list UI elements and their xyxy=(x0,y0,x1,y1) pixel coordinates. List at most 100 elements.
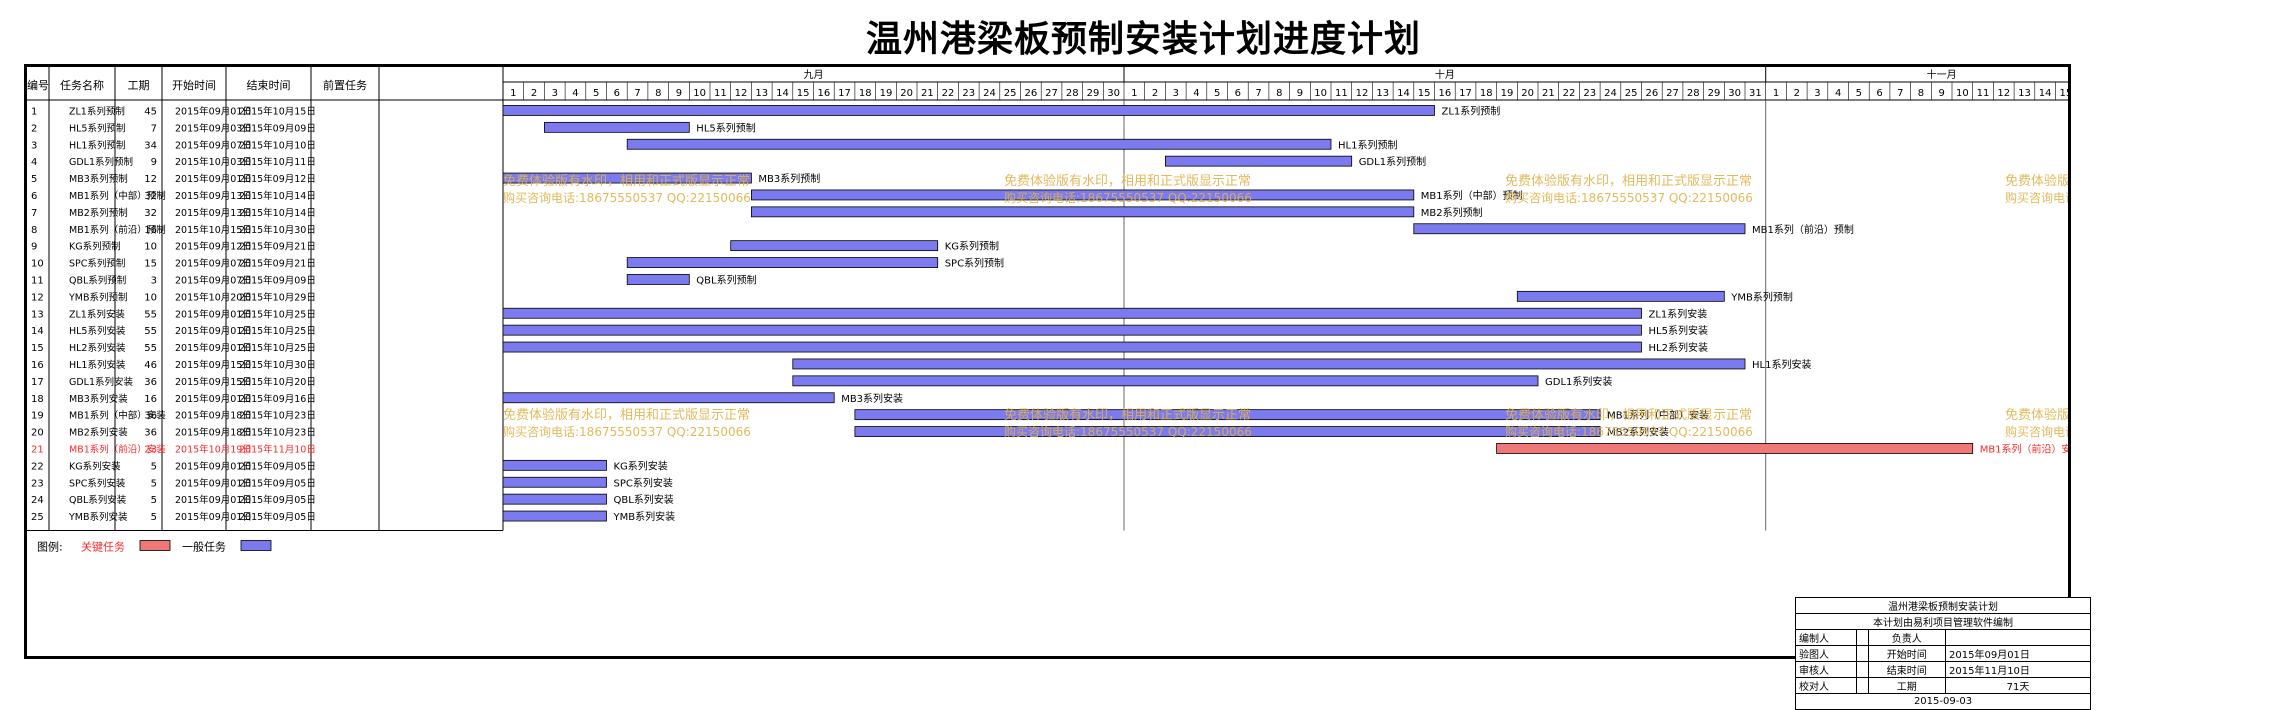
task-bar-label: SPC系列预制 xyxy=(945,257,1004,270)
day-label: 1 xyxy=(1773,88,1779,99)
task-bar xyxy=(792,358,1746,370)
task-name: HL2系列安装 xyxy=(69,342,126,354)
task-bar-label: MB3系列预制 xyxy=(758,172,820,185)
day-label: 19 xyxy=(1501,88,1514,99)
day-label: 28 xyxy=(1687,88,1700,99)
task-id: 18 xyxy=(31,394,44,405)
title-block-cell: 结束时间 xyxy=(1867,661,1947,678)
column-header: 任务名称 xyxy=(60,78,104,92)
day-label: 6 xyxy=(1235,88,1241,99)
task-end: 2015年10月14日 xyxy=(239,190,316,202)
day-label: 9 xyxy=(676,88,682,99)
column-header: 结束时间 xyxy=(247,79,291,92)
title-block-cell: 2015年09月01日 xyxy=(1945,645,2091,662)
task-end: 2015年09月09日 xyxy=(239,274,316,286)
watermark-line: 购买咨询电话:18675550537 QQ:22150066 xyxy=(1004,190,1252,205)
day-label: 10 xyxy=(693,88,706,99)
day-label: 29 xyxy=(1708,88,1721,99)
task-id: 2 xyxy=(31,123,37,134)
title-block-cell: 编制人 xyxy=(1795,629,1857,646)
task-duration: 15 xyxy=(144,259,157,270)
day-label: 20 xyxy=(900,88,913,99)
task-bar-label: KG系列安装 xyxy=(614,459,668,472)
title-block-cell xyxy=(1856,661,1869,678)
task-name: QBL系列预制 xyxy=(69,274,126,286)
task-duration: 34 xyxy=(144,140,157,151)
task-name: KG系列安装 xyxy=(69,460,121,472)
task-bar-label: QBL系列安装 xyxy=(614,493,674,506)
day-label: 12 xyxy=(1356,88,1369,99)
task-id: 5 xyxy=(31,174,37,185)
day-label: 8 xyxy=(1918,88,1924,99)
watermark-line: 免费体验版有水印，相用和正式版显示正常 xyxy=(503,407,750,423)
day-label: 14 xyxy=(776,88,789,99)
watermark-line: 购买咨询电话:18675550537 QQ:22150066 xyxy=(1505,190,1753,205)
task-bar xyxy=(751,206,1415,218)
task-bar xyxy=(544,121,690,133)
task-duration: 12 xyxy=(144,174,157,185)
day-label: 8 xyxy=(1276,88,1282,99)
title-block-cell: 2015年11月10日 xyxy=(1945,661,2091,678)
task-duration: 3 xyxy=(151,275,157,286)
day-label: 9 xyxy=(1938,88,1944,99)
task-id: 13 xyxy=(31,309,44,320)
day-label: 30 xyxy=(1728,88,1741,99)
task-bar-label: HL5系列安装 xyxy=(1649,324,1708,337)
title-block-cell: 71天 xyxy=(1945,677,2091,694)
task-id: 25 xyxy=(31,512,44,523)
task-bar-label: HL1系列预制 xyxy=(1338,138,1397,151)
task-name: KG系列预制 xyxy=(69,241,121,253)
task-end: 2015年10月23日 xyxy=(239,427,316,439)
legend-normal-swatch xyxy=(240,540,272,551)
task-bar-label: HL2系列安装 xyxy=(1649,341,1708,354)
day-label: 11 xyxy=(714,88,727,99)
task-end: 2015年10月25日 xyxy=(239,342,316,354)
task-name: YMB系列预制 xyxy=(68,291,128,303)
task-bar-label: MB1系列（前沿）安装 xyxy=(1980,442,2068,455)
task-duration: 10 xyxy=(144,292,157,303)
task-end: 2015年09月21日 xyxy=(239,258,316,270)
watermark-line: 购买咨询电话:18675550537 QQ:22150066 xyxy=(1004,424,1252,439)
task-bar-label: ZL1系列安装 xyxy=(1649,307,1708,320)
watermark-line: 免费体验版有水印，相用和正式版显示正常 xyxy=(1505,407,1752,423)
task-bar xyxy=(502,510,607,522)
title-block-title: 温州港梁板预制安装计划 xyxy=(1795,597,2091,614)
day-label: 10 xyxy=(1314,88,1327,99)
task-bar xyxy=(626,274,690,285)
task-bar-label: HL1系列安装 xyxy=(1752,358,1811,371)
task-name: SPC系列安装 xyxy=(69,477,126,489)
task-duration: 32 xyxy=(144,208,157,219)
task-duration: 36 xyxy=(144,428,157,439)
day-label: 21 xyxy=(921,88,934,99)
task-duration: 32 xyxy=(144,191,157,202)
task-bar-label: QBL系列预制 xyxy=(696,273,756,286)
task-duration: 36 xyxy=(144,411,157,422)
day-label: 12 xyxy=(1997,88,2010,99)
legend-prefix: 图例: xyxy=(37,540,63,554)
task-bar xyxy=(502,392,835,404)
task-name: QBL系列安装 xyxy=(69,494,127,506)
task-bar xyxy=(502,493,607,505)
task-end: 2015年09月09日 xyxy=(239,122,316,134)
task-name: YMB系列安装 xyxy=(68,511,128,523)
day-label: 11 xyxy=(1977,88,1990,99)
day-label: 15 xyxy=(1418,88,1431,99)
task-id: 23 xyxy=(31,478,44,489)
task-name: GDL1系列安装 xyxy=(69,376,134,388)
title-block-cell: 负责人 xyxy=(1867,629,1947,646)
task-end: 2015年11月10日 xyxy=(239,443,316,455)
task-name: HL1系列安装 xyxy=(69,359,126,371)
task-bar-label: GDL1系列安装 xyxy=(1545,375,1612,388)
day-label: 9 xyxy=(1297,88,1303,99)
task-name: MB2系列安装 xyxy=(69,427,128,439)
task-duration: 36 xyxy=(144,377,157,388)
task-id: 1 xyxy=(31,106,37,117)
task-duration: 16 xyxy=(144,225,157,236)
task-end: 2015年09月05日 xyxy=(239,494,316,506)
day-label: 20 xyxy=(1521,88,1534,99)
watermark-line: 购买咨询电话:18675550537 QQ:22150066 xyxy=(503,424,751,439)
title-block-cell xyxy=(1945,629,2091,646)
gantt-chart: 编号 任务名称 工期 开始时间 结束时间 前置任务九月1 2 3 4 5 6 7 8 9 10 11 12 13 1… xyxy=(27,67,2068,554)
task-end: 2015年10月10日 xyxy=(239,139,316,151)
task-bar-label: MB2系列预制 xyxy=(1421,206,1483,219)
